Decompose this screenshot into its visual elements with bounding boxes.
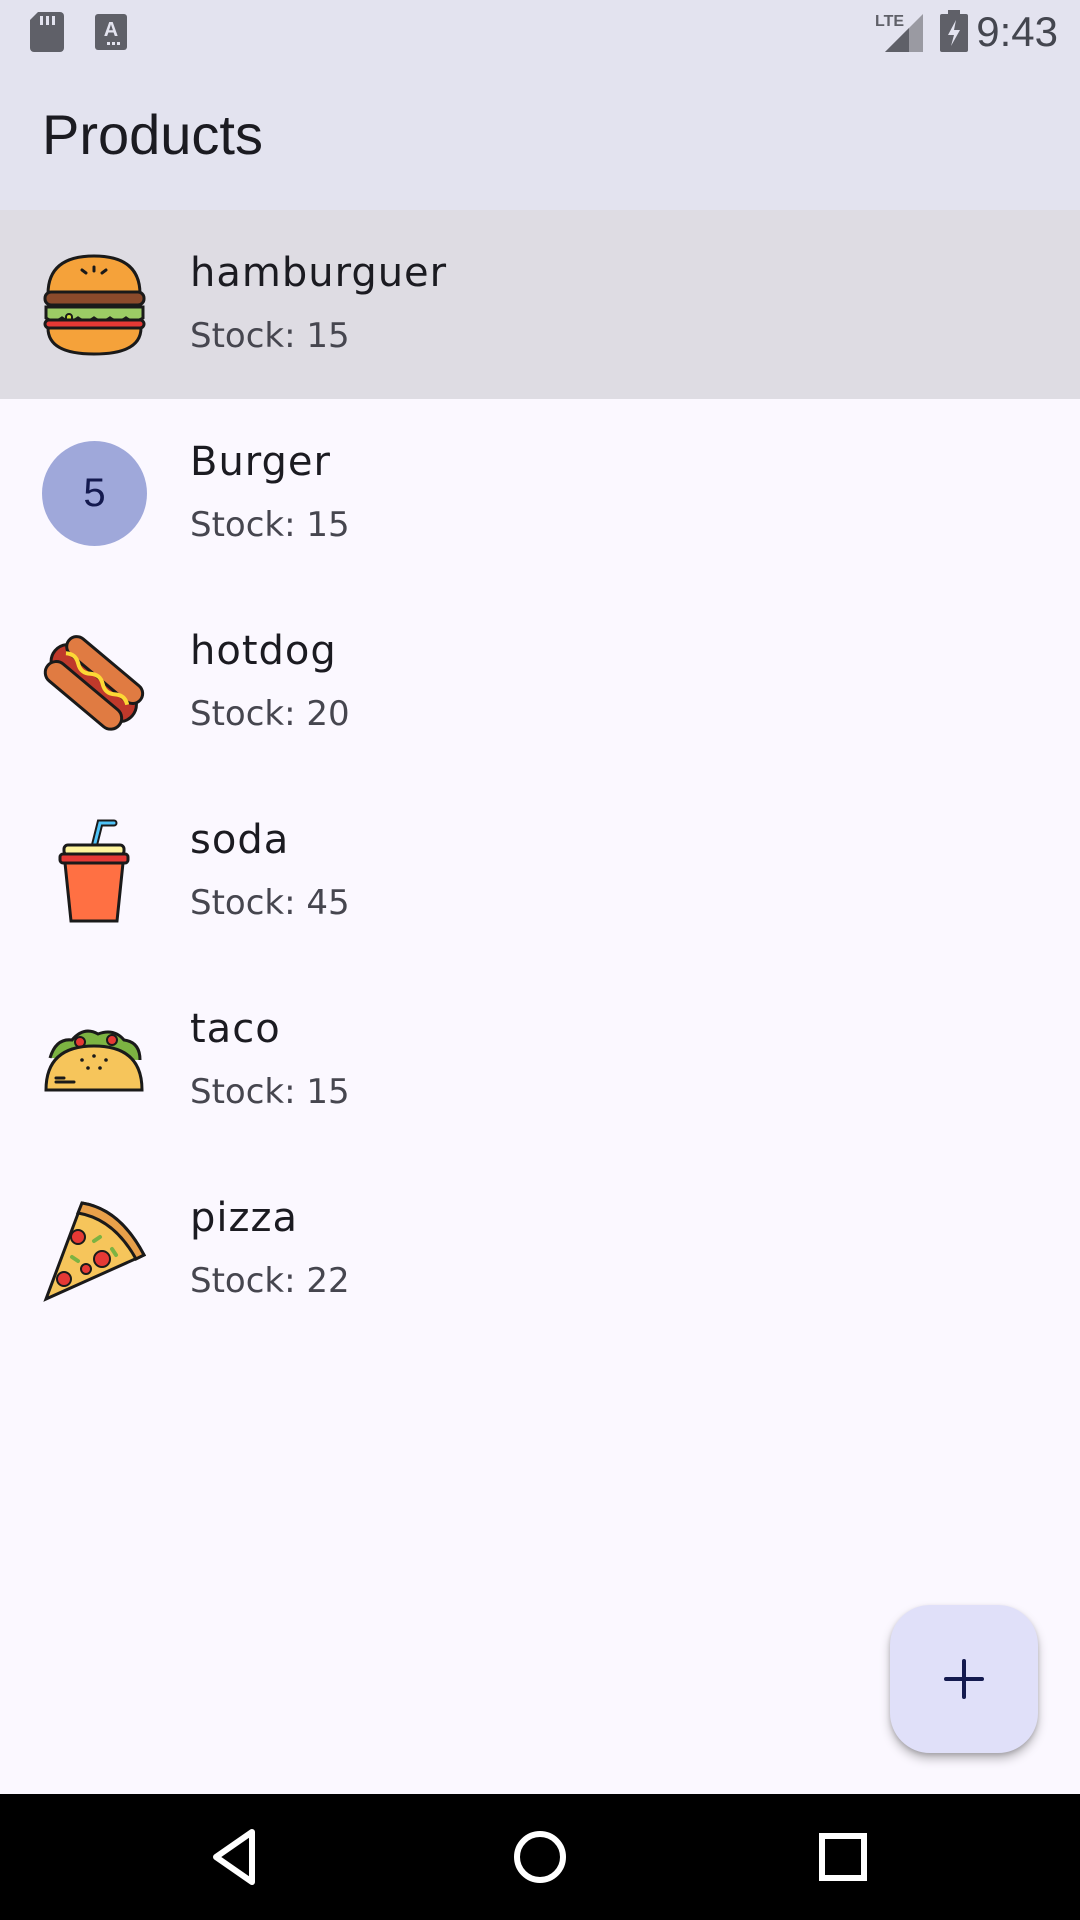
- svg-text:A: A: [104, 19, 118, 41]
- home-icon[interactable]: [505, 1822, 575, 1892]
- recents-icon[interactable]: [808, 1822, 878, 1892]
- product-name: pizza: [190, 1195, 299, 1241]
- product-name: Burger: [190, 439, 331, 485]
- hamburger-icon: [42, 252, 147, 357]
- list-item[interactable]: hotdog Stock: 20: [0, 588, 1080, 777]
- page-title: Products: [42, 103, 263, 166]
- plus-icon: [944, 1659, 984, 1699]
- product-stock: Stock: 15: [190, 1072, 350, 1112]
- product-stock: Stock: 22: [190, 1261, 350, 1301]
- list-item[interactable]: pizza Stock: 22: [0, 1155, 1080, 1344]
- list-item[interactable]: 5 Burger Stock: 15: [0, 399, 1080, 588]
- battery-charging-icon: [940, 10, 968, 52]
- add-product-button[interactable]: [890, 1605, 1038, 1753]
- avatar-text: 5: [42, 441, 147, 546]
- product-name: taco: [190, 1006, 281, 1052]
- status-bar: A LTE 9:43: [0, 0, 1080, 63]
- top-app-bar: Products: [0, 63, 1080, 210]
- lte-signal-icon: LTE: [875, 13, 923, 52]
- keyboard-a-icon: A: [95, 14, 127, 50]
- svg-text:LTE: LTE: [875, 13, 904, 30]
- hotdog-icon: [42, 630, 147, 735]
- status-time: 9:43: [976, 8, 1058, 55]
- product-list: hamburguer Stock: 15 5 Burger Stock: 15 …: [0, 210, 1080, 1344]
- system-nav-bar: [0, 1794, 1080, 1920]
- product-stock: Stock: 45: [190, 883, 350, 923]
- product-stock: Stock: 15: [190, 505, 350, 545]
- back-icon[interactable]: [202, 1822, 272, 1892]
- avatar: 5: [42, 441, 147, 546]
- product-name: soda: [190, 817, 290, 863]
- list-item[interactable]: soda Stock: 45: [0, 777, 1080, 966]
- product-stock: Stock: 15: [190, 316, 350, 356]
- taco-icon: [42, 1008, 147, 1113]
- sd-card-icon: [30, 12, 64, 52]
- product-name: hotdog: [190, 628, 337, 674]
- list-item[interactable]: hamburguer Stock: 15: [0, 210, 1080, 399]
- product-stock: Stock: 20: [190, 694, 350, 734]
- pizza-icon: [42, 1197, 147, 1302]
- list-item[interactable]: taco Stock: 15: [0, 966, 1080, 1155]
- soda-icon: [42, 819, 147, 924]
- product-name: hamburguer: [190, 250, 448, 296]
